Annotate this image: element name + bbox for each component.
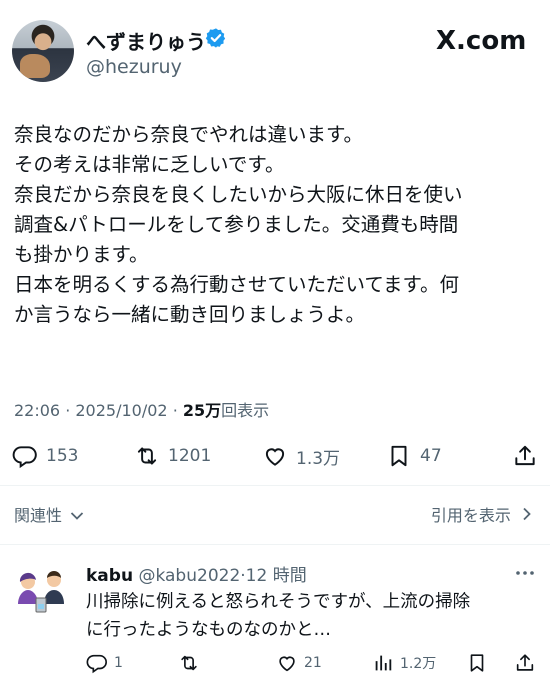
- post-line: 日本を明るくする為行動させていただいてます。何: [14, 273, 459, 296]
- author-handle[interactable]: @hezuruy: [86, 56, 182, 78]
- views-label: 回表示: [221, 401, 270, 420]
- more-icon[interactable]: [514, 562, 536, 584]
- reply-views-count: 1.2万: [400, 656, 437, 672]
- reply-repost-button[interactable]: [178, 648, 200, 678]
- reply-actions: 1 21 1.2万: [0, 648, 550, 678]
- divider: [0, 544, 550, 545]
- reply-age[interactable]: 12 時間: [246, 566, 307, 586]
- like-button[interactable]: 1.3万: [262, 438, 340, 474]
- reply-line: 川掃除に例えると怒られそうですが、上流の掃除: [86, 592, 471, 612]
- reply-icon: [12, 446, 37, 469]
- bookmark-count: 47: [420, 446, 442, 466]
- share-icon: [515, 445, 535, 466]
- reply-like-count: 21: [304, 655, 322, 671]
- chevron-right-icon: [523, 507, 531, 521]
- cartoon-avatar-icon: [18, 571, 64, 613]
- verified-badge-icon: [205, 28, 226, 48]
- post-body: 奈良なのだから奈良でやれは違います。 その考えは非常に乏しいです。 奈良だから奈…: [14, 120, 538, 330]
- reply-button[interactable]: 153: [12, 438, 78, 474]
- reply-like-button[interactable]: 21: [276, 648, 322, 678]
- reply-share-button[interactable]: [514, 648, 536, 678]
- post-line: その考えは非常に乏しいです。: [14, 153, 285, 176]
- show-quotes-link[interactable]: 引用を表示: [431, 502, 532, 526]
- post-actions: 153 1201 1.3万 47: [0, 438, 550, 474]
- reply-author-handle[interactable]: @kabu2022: [138, 566, 240, 586]
- repost-button[interactable]: 1201: [134, 438, 211, 474]
- related-sort[interactable]: 関連性: [14, 502, 84, 526]
- reply-bookmark-button[interactable]: [466, 648, 488, 678]
- post-line: 奈良なのだから奈良でやれは違います。: [14, 123, 364, 146]
- views-count: 25万: [182, 401, 222, 420]
- related-label: 関連性: [14, 506, 63, 525]
- share-button[interactable]: [512, 438, 538, 474]
- views-icon: [375, 655, 392, 671]
- like-count: 1.3万: [296, 448, 341, 469]
- post-line: も掛かります。: [14, 243, 149, 266]
- post-time[interactable]: 22:06: [14, 401, 60, 420]
- author-name[interactable]: へずまりゅう: [86, 26, 206, 55]
- meta-separator: ·: [65, 401, 76, 420]
- post-meta: 22:06 · 2025/10/02 · 25万回表示: [14, 397, 269, 421]
- author-avatar[interactable]: [12, 20, 74, 82]
- reply-views-button[interactable]: 1.2万: [372, 648, 436, 678]
- reply-author-name[interactable]: kabu: [86, 566, 133, 586]
- reply-count: 153: [46, 446, 79, 466]
- repost-icon: [181, 655, 197, 671]
- like-icon: [265, 448, 285, 466]
- reply-avatar[interactable]: [8, 560, 72, 624]
- divider: [0, 485, 550, 486]
- repost-count: 1201: [168, 446, 212, 466]
- reply-line: に行ったようなものなのかと…: [86, 620, 331, 640]
- bookmark-icon: [470, 654, 484, 672]
- share-icon: [516, 654, 534, 671]
- reply-reply-count: 1: [114, 655, 123, 671]
- post-date[interactable]: 2025/10/02: [75, 401, 167, 420]
- chevron-down-icon: [70, 512, 84, 520]
- post-line: か言うなら一緒に動き回りましょうよ。: [14, 303, 366, 326]
- post-line: 調査&パトロールをして参りました。交通費も時間: [14, 213, 459, 236]
- bookmark-button[interactable]: 47: [386, 438, 442, 474]
- reply-icon: [86, 654, 107, 674]
- reply-body: 川掃除に例えると怒られそうですが、上流の掃除 に行ったようなものなのかと…: [86, 588, 536, 644]
- show-quotes-label: 引用を表示: [430, 506, 511, 525]
- post-line: 奈良だから奈良を良くしたいから大阪に休日を使い: [14, 183, 463, 206]
- repost-icon: [137, 447, 157, 465]
- reply-reply-button[interactable]: 1: [86, 648, 123, 678]
- bookmark-icon: [391, 445, 407, 467]
- reply-header: kabu @kabu2022·12 時間: [86, 561, 307, 586]
- meta-separator: ·: [172, 401, 183, 420]
- site-logo: X.com: [436, 26, 527, 56]
- like-icon: [279, 656, 295, 672]
